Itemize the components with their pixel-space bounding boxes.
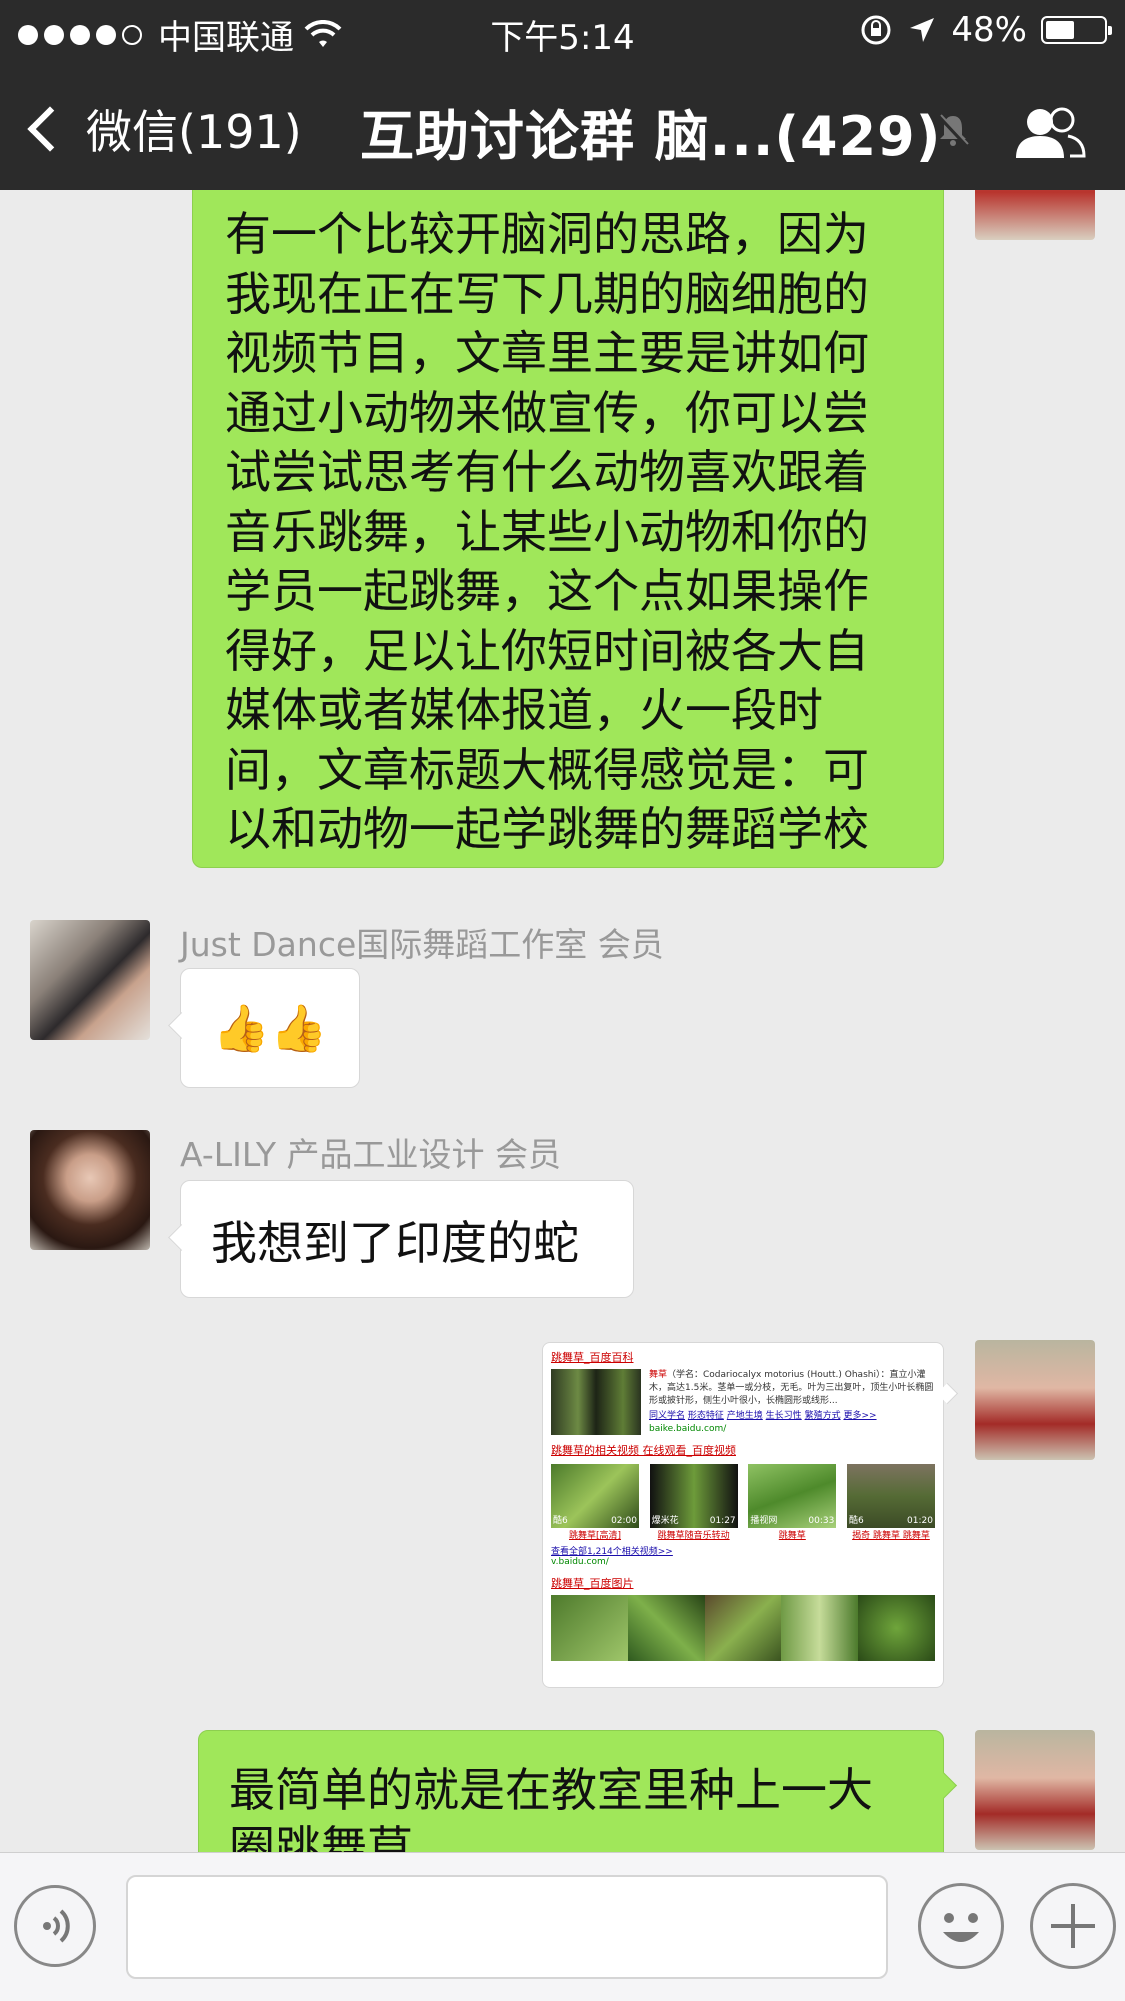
- card-snippet-head: 舞草: [649, 1370, 668, 1380]
- card-link[interactable]: 同义学名: [649, 1411, 685, 1421]
- back-label: 微信(191): [86, 105, 302, 159]
- video-duration: 01:27: [709, 1516, 736, 1526]
- card-link[interactable]: 更多>>: [843, 1411, 876, 1421]
- video-caption[interactable]: 跳舞草[高清]: [551, 1528, 639, 1541]
- avatar-a-lily[interactable]: [30, 1130, 150, 1250]
- status-bar: 中国联通 下午5:14 48%: [0, 0, 1125, 62]
- message-text: 最简单的就是在教室里种上一大圈跳舞草: [229, 1763, 873, 1852]
- card-snippet: （学名：Codariocalyx motorius (Houtt.) Ohash…: [649, 1370, 934, 1406]
- image-message[interactable]: 跳舞草_百度百科 舞草（学名：Codariocalyx motorius (Ho…: [542, 1342, 944, 1688]
- card-title-baike[interactable]: 跳舞草_百度百科: [551, 1351, 634, 1364]
- message-bubble-incoming[interactable]: 👍👍: [180, 968, 360, 1088]
- smiley-icon: [943, 1913, 979, 1942]
- video-thumb[interactable]: 播视网 00:33: [748, 1464, 837, 1528]
- message-text: 有一个比较开脑洞的思路，因为我现在正在写下几期的脑细胞的视频节目，文章里主要是讲…: [225, 207, 869, 856]
- card-plant-thumb: [551, 1369, 641, 1435]
- thumbs-up-emoji: 👍👍: [212, 1000, 328, 1055]
- card-url: v.baidu.com/: [551, 1557, 609, 1567]
- status-right: 48%: [859, 10, 1112, 50]
- video-thumb[interactable]: 酷6 02:00: [551, 1464, 639, 1528]
- battery-icon: [1041, 16, 1112, 44]
- group-members-icon[interactable]: [1010, 102, 1090, 162]
- video-caption[interactable]: 跳舞草: [748, 1528, 836, 1541]
- self-avatar[interactable]: [975, 1730, 1095, 1850]
- message-input[interactable]: [126, 1875, 888, 1979]
- video-thumb[interactable]: 酷6 01:20: [846, 1464, 935, 1528]
- nav-bar: 微信(191) 互助讨论群 脑...(429): [0, 62, 1125, 190]
- sender-name: Just Dance国际舞蹈工作室 会员: [180, 925, 664, 964]
- card-link[interactable]: 生长习性: [766, 1411, 802, 1421]
- self-avatar[interactable]: [975, 190, 1095, 240]
- card-link[interactable]: 产地生境: [727, 1411, 763, 1421]
- more-actions-button[interactable]: [1030, 1883, 1116, 1969]
- mute-bell-icon: [937, 114, 969, 148]
- chevron-left-icon: [27, 106, 73, 152]
- self-avatar[interactable]: [975, 1340, 1095, 1460]
- message-bubble-outgoing[interactable]: 有一个比较开脑洞的思路，因为我现在正在写下几期的脑细胞的视频节目，文章里主要是讲…: [192, 190, 944, 868]
- video-duration: 00:33: [808, 1516, 835, 1526]
- card-title-videos[interactable]: 跳舞草的相关视频 在线观看_百度视频: [551, 1444, 736, 1457]
- video-caption[interactable]: 跳舞草随音乐转动: [650, 1528, 738, 1541]
- location-arrow-icon: [910, 18, 935, 42]
- message-text: 我想到了印度的蛇: [211, 1216, 579, 1270]
- video-source: 播视网: [750, 1516, 778, 1526]
- sender-name: A-LILY 产品工业设计 会员: [180, 1135, 562, 1174]
- rotation-lock-icon: [861, 15, 891, 45]
- video-source: 爆米花: [651, 1516, 679, 1526]
- card-link[interactable]: 形态特征: [688, 1411, 724, 1421]
- image-strip[interactable]: [551, 1595, 935, 1661]
- chat-area[interactable]: 有一个比较开脑洞的思路，因为我现在正在写下几期的脑细胞的视频节目，文章里主要是讲…: [0, 190, 1125, 1852]
- card-url: baike.baidu.com/: [649, 1424, 727, 1434]
- battery-percent: 48%: [951, 10, 1027, 50]
- plus-icon: [1051, 1904, 1095, 1948]
- message-bubble-incoming[interactable]: 我想到了印度的蛇: [180, 1180, 634, 1298]
- video-duration: 02:00: [611, 1516, 637, 1526]
- message-bubble-outgoing[interactable]: 最简单的就是在教室里种上一大圈跳舞草: [198, 1730, 944, 1852]
- card-title-images[interactable]: 跳舞草_百度图片: [551, 1577, 634, 1590]
- video-thumb[interactable]: 爆米花 01:27: [649, 1464, 738, 1528]
- video-source: 酷6: [553, 1516, 568, 1526]
- more-videos-link[interactable]: 查看全部1,214个相关视频>>: [551, 1544, 935, 1557]
- card-link[interactable]: 繁殖方式: [805, 1411, 841, 1421]
- video-caption[interactable]: 揭奇 跳舞草 跳舞草: [847, 1528, 935, 1541]
- emoji-button[interactable]: [918, 1883, 1004, 1969]
- voice-input-button[interactable]: [14, 1885, 96, 1967]
- video-duration: 01:20: [907, 1516, 933, 1526]
- avatar-just-dance[interactable]: [30, 920, 150, 1040]
- video-source: 酷6: [848, 1516, 864, 1526]
- chat-title: 互助讨论群 脑...(429): [360, 105, 942, 168]
- back-button[interactable]: 微信(191): [24, 96, 302, 162]
- voice-icon: [43, 1909, 70, 1943]
- input-bar: [0, 1852, 1125, 2001]
